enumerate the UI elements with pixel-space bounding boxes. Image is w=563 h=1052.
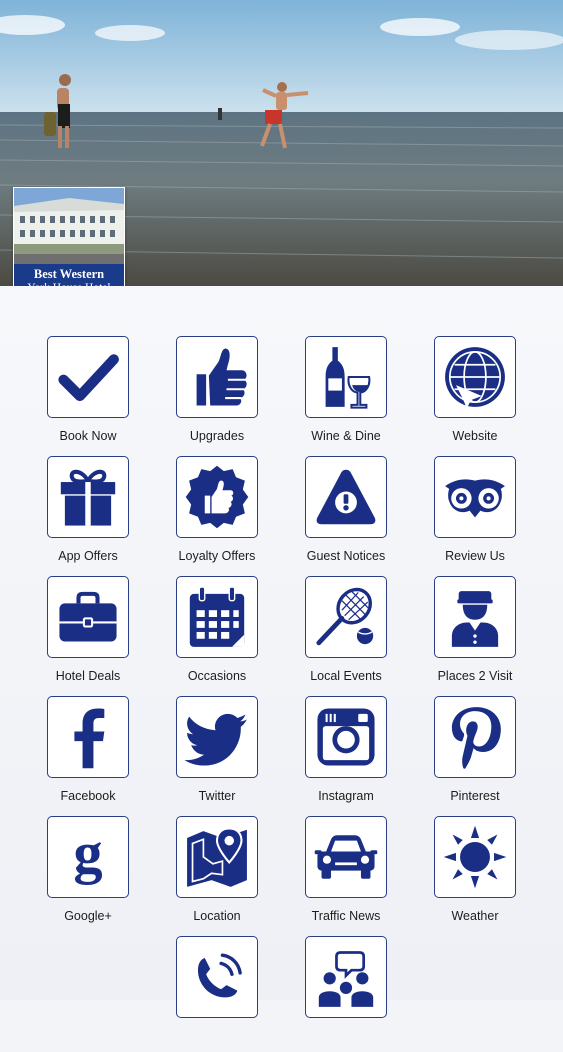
warning-icon bbox=[316, 469, 376, 525]
tile-label: Location bbox=[193, 909, 241, 923]
tile-google-plus[interactable]: g Google+ bbox=[37, 816, 137, 932]
tripadvisor-owl-icon bbox=[445, 479, 505, 518]
tile-occasions[interactable]: Occasions bbox=[166, 576, 266, 692]
facebook-button[interactable] bbox=[47, 696, 129, 778]
tile-call[interactable] bbox=[166, 936, 266, 1052]
pinterest-button[interactable] bbox=[434, 696, 516, 778]
bellboy-icon bbox=[451, 591, 499, 647]
website-button[interactable] bbox=[434, 336, 516, 418]
tile-twitter[interactable]: Twitter bbox=[166, 696, 266, 812]
weather-button[interactable] bbox=[434, 816, 516, 898]
tile-label: Loyalty Offers bbox=[178, 549, 256, 563]
tile-book-now[interactable]: Book Now bbox=[37, 336, 137, 452]
svg-text:g: g bbox=[73, 823, 102, 885]
google-plus-icon: g bbox=[73, 823, 102, 885]
tile-location[interactable]: Location bbox=[166, 816, 266, 932]
gift-icon bbox=[60, 469, 116, 526]
tile-label: Places 2 Visit bbox=[437, 669, 513, 683]
tile-local-events[interactable]: Local Events bbox=[295, 576, 395, 692]
places-2-visit-button[interactable] bbox=[434, 576, 516, 658]
twitter-icon bbox=[184, 713, 247, 766]
tile-hotel-deals[interactable]: Hotel Deals bbox=[37, 576, 137, 692]
tile-app-offers[interactable]: App Offers bbox=[37, 456, 137, 572]
tile-label: Twitter bbox=[198, 789, 236, 803]
call-button[interactable] bbox=[176, 936, 258, 1018]
briefcase-icon bbox=[59, 591, 117, 642]
wine-dine-button[interactable] bbox=[305, 336, 387, 418]
tile-label: Guest Notices bbox=[306, 549, 386, 563]
hotel-brand: Best Western bbox=[33, 267, 105, 281]
tile-chat[interactable] bbox=[295, 936, 395, 1052]
tile-upgrades[interactable]: Upgrades bbox=[166, 336, 266, 452]
tile-label: Hotel Deals bbox=[55, 669, 121, 683]
tile-places-2-visit[interactable]: Places 2 Visit bbox=[424, 576, 524, 692]
tile-label: Wine & Dine bbox=[311, 429, 381, 443]
tile-label: Facebook bbox=[60, 789, 116, 803]
globe-icon bbox=[445, 347, 505, 409]
instagram-icon bbox=[317, 708, 375, 766]
tile-label: Occasions bbox=[187, 669, 247, 683]
hotel-building-photo bbox=[14, 188, 124, 264]
app-offers-button[interactable] bbox=[47, 456, 129, 538]
tile-label: Instagram bbox=[318, 789, 374, 803]
tile-wine-dine[interactable]: Wine & Dine bbox=[295, 336, 395, 452]
tile-label: Pinterest bbox=[450, 789, 500, 803]
tile-label: Google+ bbox=[64, 909, 112, 923]
tile-website[interactable]: Website bbox=[424, 336, 524, 452]
book-now-button[interactable] bbox=[47, 336, 129, 418]
tile-guest-notices[interactable]: Guest Notices bbox=[295, 456, 395, 572]
review-us-button[interactable] bbox=[434, 456, 516, 538]
facebook-icon bbox=[74, 708, 105, 769]
loyalty-badge-icon bbox=[185, 465, 249, 529]
menu-grid: Book Now Upgrades Wine & Dine Website Ap… bbox=[0, 286, 563, 1018]
tile-traffic-news[interactable]: Traffic News bbox=[295, 816, 395, 932]
tile-loyalty-offers[interactable]: Loyalty Offers bbox=[166, 456, 266, 572]
tile-label: Traffic News bbox=[311, 909, 381, 923]
map-pin-icon bbox=[187, 827, 247, 887]
tile-label: Local Events bbox=[310, 669, 382, 683]
hotel-deals-button[interactable] bbox=[47, 576, 129, 658]
local-events-button[interactable] bbox=[305, 576, 387, 658]
sun-icon bbox=[443, 825, 507, 889]
wine-icon bbox=[325, 347, 371, 409]
hotel-logo: Best Western York House Hotel bbox=[13, 187, 125, 298]
twitter-button[interactable] bbox=[176, 696, 258, 778]
guest-notices-button[interactable] bbox=[305, 456, 387, 538]
car-icon bbox=[314, 835, 378, 879]
tile-label: Book Now bbox=[59, 429, 117, 443]
tile-instagram[interactable]: Instagram bbox=[295, 696, 395, 812]
chat-button[interactable] bbox=[305, 936, 387, 1018]
tile-facebook[interactable]: Facebook bbox=[37, 696, 137, 812]
pinterest-icon bbox=[451, 707, 501, 769]
tile-label: Weather bbox=[451, 909, 499, 923]
calendar-icon bbox=[189, 586, 245, 647]
chat-people-icon bbox=[318, 951, 374, 1007]
location-button[interactable] bbox=[176, 816, 258, 898]
tennis-icon bbox=[316, 587, 374, 646]
thumbs-up-icon bbox=[196, 348, 247, 406]
phone-icon bbox=[197, 953, 242, 998]
tile-label: Website bbox=[452, 429, 498, 443]
instagram-button[interactable] bbox=[305, 696, 387, 778]
loyalty-offers-button[interactable] bbox=[176, 456, 258, 538]
tile-label: Upgrades bbox=[189, 429, 245, 443]
google-plus-button[interactable]: g bbox=[47, 816, 129, 898]
tile-label: Review Us bbox=[445, 549, 505, 563]
tile-weather[interactable]: Weather bbox=[424, 816, 524, 932]
traffic-news-button[interactable] bbox=[305, 816, 387, 898]
occasions-button[interactable] bbox=[176, 576, 258, 658]
upgrades-button[interactable] bbox=[176, 336, 258, 418]
tile-label: App Offers bbox=[58, 549, 118, 563]
checkmark-icon bbox=[58, 354, 119, 402]
tile-pinterest[interactable]: Pinterest bbox=[424, 696, 524, 812]
tile-review-us[interactable]: Review Us bbox=[424, 456, 524, 572]
